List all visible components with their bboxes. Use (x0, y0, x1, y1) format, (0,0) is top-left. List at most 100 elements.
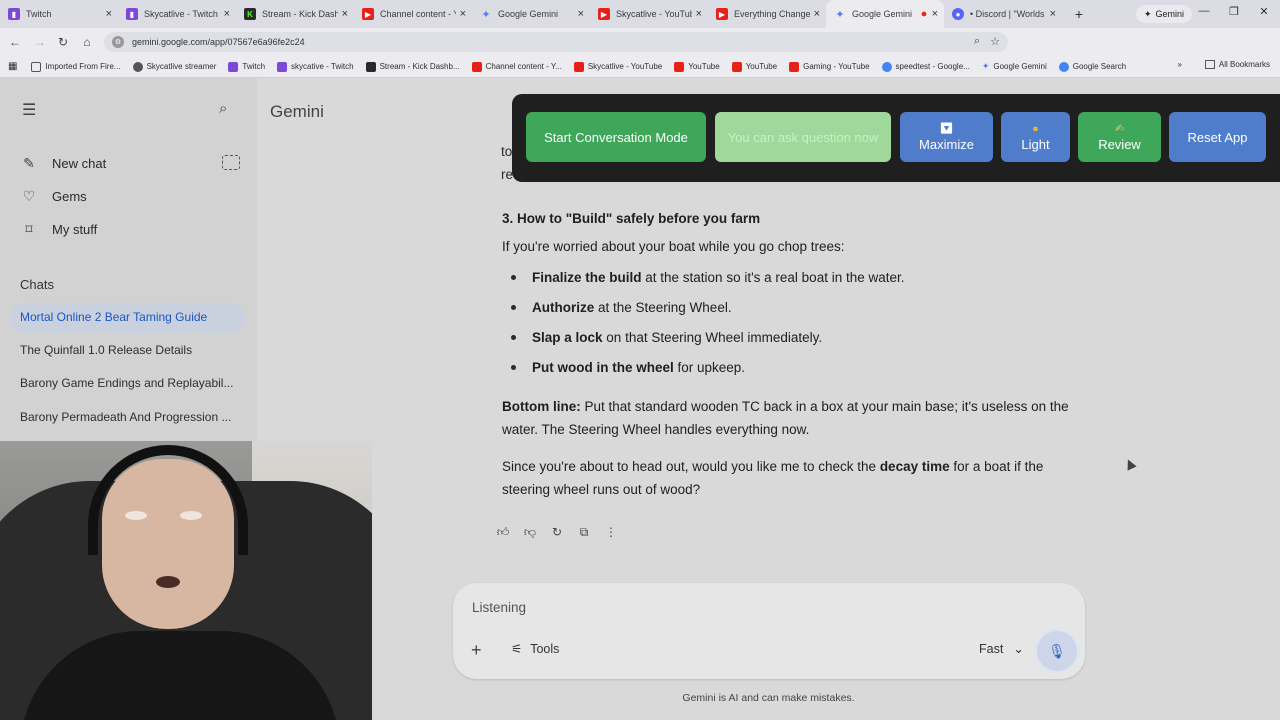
bookmark-label: Channel content - Y... (485, 62, 562, 71)
thumbs-up-icon[interactable]: 👍︎ (495, 524, 511, 540)
restore-icon[interactable]: ❐ (1224, 5, 1244, 18)
maximize-label: Maximize (919, 137, 974, 152)
prompt-input-box[interactable]: Listening + ⚟ Tools Fast ⌄ 🎙︎ (453, 583, 1085, 679)
browser-tab[interactable]: ▮ Twitch × (0, 0, 118, 28)
bookmark-item[interactable]: skycative - Twitch (277, 61, 354, 72)
temporary-chat-icon[interactable] (222, 155, 240, 170)
close-icon[interactable]: × (1050, 8, 1056, 20)
more-options-icon[interactable]: ⋮ (603, 524, 619, 540)
ask-label-text: You can ask question now (727, 129, 879, 145)
edit-icon: ✎ (23, 154, 35, 171)
folder-icon (1204, 60, 1215, 69)
microphone-icon[interactable]: 🎙︎ (1037, 631, 1077, 671)
forward-icon[interactable]: → (29, 35, 51, 49)
close-icon[interactable]: × (814, 8, 820, 20)
chat-item[interactable]: Barony Game Endings and Replayabil... (20, 376, 236, 390)
url-text: gemini.google.com/app/07567e6a96fe2c24 (132, 37, 305, 47)
gemini-icon: ✦ (481, 8, 491, 21)
thumbs-down-icon[interactable]: 👎︎ (522, 524, 538, 540)
home-icon[interactable]: ⌂ (76, 35, 98, 49)
site-info-icon[interactable]: ⚙ (112, 36, 124, 48)
bookmark-item[interactable]: YouTube (731, 61, 777, 72)
add-attachment-icon[interactable]: + (471, 640, 482, 661)
browser-tab-active[interactable]: ✦ Google Gemini × (826, 0, 944, 28)
browser-tab[interactable]: ▮ Skycatlive - Twitch × (118, 0, 236, 28)
search-icon[interactable]: ⌕ (219, 100, 227, 117)
chat-item[interactable]: The Quinfall 1.0 Release Details (20, 343, 236, 357)
triangle-down-icon: 🔽︎ (939, 123, 954, 135)
youtube-icon (573, 61, 584, 72)
close-icon[interactable]: × (578, 8, 584, 20)
minimize-icon[interactable]: — (1194, 5, 1214, 17)
close-icon[interactable]: × (932, 8, 938, 20)
skycat-icon (132, 61, 143, 72)
bullet-bold: Finalize the build (532, 270, 642, 285)
bookmarks-overflow-icon[interactable]: » (1178, 60, 1182, 69)
close-icon[interactable]: × (696, 8, 702, 20)
close-icon[interactable]: × (224, 8, 230, 20)
gem-sparkle-icon: ♡ (22, 187, 36, 204)
bookmark-item[interactable]: Stream - Kick Dashb... (365, 61, 460, 72)
bookmark-item[interactable]: Skycatlive streamer (132, 61, 216, 72)
start-conversation-button[interactable]: Start Conversation Mode (526, 112, 706, 162)
bookmark-item[interactable]: Twitch (228, 61, 266, 72)
prompt-input[interactable]: Listening (472, 600, 526, 615)
my-stuff-button[interactable]: ⌑ My stuff (20, 220, 97, 238)
browser-tab[interactable]: ● • Discord | "Worlds × (944, 0, 1062, 28)
browser-tab[interactable]: ▶ Channel content - Y × (354, 0, 472, 28)
bookmark-item[interactable]: Gaming - YouTube (789, 61, 870, 72)
bookmark-label: Twitch (242, 62, 266, 71)
twitch-icon (228, 61, 239, 72)
bookmark-item[interactable]: speedtest - Google... (881, 61, 970, 72)
bookmark-item[interactable]: YouTube (674, 61, 720, 72)
youtube-icon (789, 61, 800, 72)
back-icon[interactable]: ← (4, 35, 26, 49)
chat-item[interactable]: Mortal Online 2 Bear Taming Guide (20, 310, 236, 324)
light-mode-button[interactable]: ● Light (1001, 112, 1070, 162)
gems-button[interactable]: ♡ Gems (20, 187, 87, 205)
list-item: Slap a lock on that Steering Wheel immed… (511, 330, 822, 345)
bullet-text: on that Steering Wheel immediately. (602, 330, 823, 345)
tab-label: Skycatlive - Twitch (144, 9, 218, 19)
bullet-dot (511, 365, 516, 370)
close-icon[interactable]: × (342, 8, 348, 20)
browser-tab[interactable]: ▶ Skycatlive - YouTub × (590, 0, 708, 28)
ask-question-button[interactable]: You can ask question now (715, 112, 891, 162)
profile-tab[interactable]: ✦ Gemini (1135, 5, 1192, 23)
close-icon[interactable]: × (106, 8, 112, 20)
all-bookmarks[interactable]: All Bookmarks (1204, 60, 1270, 69)
bookmark-item[interactable]: Channel content - Y... (471, 61, 562, 72)
new-tab-button[interactable]: + (1068, 6, 1090, 22)
browser-tab[interactable]: ▶ Everything Change × (708, 0, 826, 28)
zoom-icon[interactable]: ⌕ (974, 35, 980, 48)
bookmark-item[interactable]: Imported From Fire... (31, 61, 121, 72)
bookmark-label: YouTube (688, 62, 720, 71)
model-mode-dropdown[interactable]: Fast ⌄ (979, 641, 1024, 657)
close-window-icon[interactable]: ✕ (1254, 5, 1274, 18)
new-chat-label: New chat (52, 155, 107, 171)
response-section-heading: 3. How to "Build" safely before you farm (502, 211, 761, 226)
copy-icon[interactable]: ⧉ (576, 524, 592, 540)
regenerate-icon[interactable]: ↻ (549, 524, 565, 540)
review-button[interactable]: ✍ Review (1078, 112, 1161, 162)
browser-tab[interactable]: K Stream - Kick Dashb × (236, 0, 354, 28)
bullet-text: at the station so it's a real boat in th… (641, 270, 905, 285)
hamburger-menu-icon[interactable]: ☰ (22, 100, 36, 120)
url-field[interactable]: ⚙ gemini.google.com/app/07567e6a96fe2c24… (104, 32, 1008, 52)
bullet-text: at the Steering Wheel. (594, 300, 732, 315)
bookmark-item[interactable]: Google Search (1058, 61, 1126, 72)
list-item: Put wood in the wheel for upkeep. (511, 360, 745, 375)
browser-tab[interactable]: ✦ Google Gemini × (472, 0, 590, 28)
reload-icon[interactable]: ↻ (52, 35, 74, 49)
mic-label-text: Start Conversation Mode (544, 129, 688, 145)
chat-item[interactable]: Barony Permadeath And Progression ... (20, 410, 236, 424)
apps-grid-icon[interactable]: ▦ (8, 61, 17, 72)
reset-app-button[interactable]: Reset App (1169, 112, 1266, 162)
tools-button[interactable]: ⚟ Tools (511, 641, 559, 657)
close-icon[interactable]: × (460, 8, 466, 20)
star-icon[interactable]: ☆ (990, 35, 1000, 48)
bookmark-item[interactable]: ✦ Google Gemini (982, 61, 1047, 72)
new-chat-button[interactable]: ✎ New chat (20, 154, 106, 172)
maximize-button[interactable]: 🔽︎ Maximize (900, 112, 993, 162)
bookmark-item[interactable]: Skycatlive - YouTube (573, 61, 662, 72)
